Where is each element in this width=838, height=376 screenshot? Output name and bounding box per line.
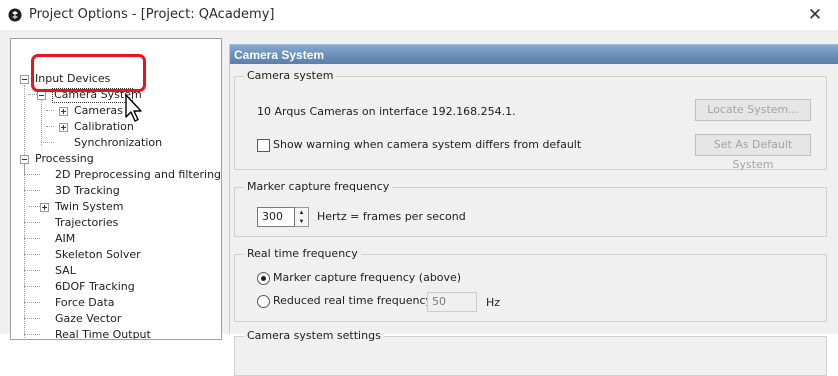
tree-item-2d-preprocessing[interactable]: 2D Preprocessing and filtering <box>11 167 221 183</box>
camera-settings-group: Camera system settings <box>234 329 827 376</box>
camera-system-group: Camera system 10 Arqus Cameras on interf… <box>234 69 827 171</box>
real-time-group: Real time frequency Marker capture frequ… <box>234 247 827 322</box>
tree-item-calibration[interactable]: Calibration <box>11 119 211 135</box>
reduced-unit-label: Hz <box>486 296 501 309</box>
collapse-icon[interactable] <box>20 155 29 164</box>
window-title: Project Options - [Project: QAcademy] <box>29 7 275 22</box>
frequency-unit-label: Hertz = frames per second <box>317 210 466 223</box>
collapse-icon[interactable] <box>20 75 29 84</box>
tree-item-6dof-tracking[interactable]: 6DOF Tracking <box>11 279 211 295</box>
frequency-stepper[interactable]: ▲ ▼ <box>295 207 309 227</box>
tree-item-label: 3D Tracking <box>55 184 120 197</box>
marker-capture-group: Marker capture frequency 300 ▲ ▼ Hertz =… <box>234 180 827 237</box>
pane-header: Camera System <box>230 44 838 64</box>
group-title: Real time frequency <box>244 247 361 260</box>
tree-item-force-data[interactable]: Force Data <box>11 295 211 311</box>
locate-system-button[interactable]: Locate System... <box>695 99 811 121</box>
marker-frequency-input[interactable]: 300 <box>257 207 295 227</box>
highlight-annotation <box>31 54 146 92</box>
warning-checkbox[interactable] <box>257 139 270 152</box>
button-label: Locate System... <box>707 103 799 116</box>
chevron-up-icon[interactable]: ▲ <box>295 208 308 217</box>
tree-item-trajectories[interactable]: Trajectories <box>11 215 211 231</box>
tree-item-sal[interactable]: SAL <box>11 263 211 279</box>
tree-item-label: Force Data <box>55 296 115 309</box>
tree-item-label: Synchronization <box>74 136 163 149</box>
close-button[interactable]: ✕ <box>792 0 838 30</box>
reduced-frequency-input[interactable]: 50 <box>427 292 477 312</box>
tree-item-label: Processing <box>35 152 94 165</box>
tree-item-aim[interactable]: AIM <box>11 231 211 247</box>
tree-item-label: SAL <box>55 264 76 277</box>
tree-item-label: Skeleton Solver <box>55 248 141 261</box>
tree-item-synchronization[interactable]: Synchronization <box>11 135 211 151</box>
set-default-system-button[interactable]: Set As Default System <box>695 134 811 171</box>
input-value: 300 <box>262 210 283 223</box>
tree-item-label: AIM <box>55 232 76 245</box>
button-label: Set As Default System <box>713 138 793 171</box>
tree-item-label: Trajectories <box>55 216 119 229</box>
expand-icon[interactable] <box>59 107 68 116</box>
marker-frequency-radio-label[interactable]: Marker capture frequency (above) <box>273 271 461 284</box>
camera-status-text: 10 Arqus Cameras on interface 192.168.25… <box>257 105 516 118</box>
input-value: 50 <box>432 295 446 308</box>
marker-frequency-radio[interactable] <box>257 272 270 285</box>
tree-item-label: Twin System <box>55 200 124 213</box>
settings-pane: Camera System Camera system 10 Arqus Cam… <box>229 44 838 376</box>
tree-item-3d-tracking[interactable]: 3D Tracking <box>11 183 211 199</box>
tree-item-label: Gaze Vector <box>55 312 122 325</box>
tree-item-gaze-vector[interactable]: Gaze Vector <box>11 311 211 327</box>
tree-item-label: 6DOF Tracking <box>55 280 135 293</box>
tree-item-twin-system[interactable]: Twin System <box>11 199 211 215</box>
expand-icon[interactable] <box>40 203 49 212</box>
collapse-icon[interactable] <box>37 91 46 100</box>
reduced-frequency-radio-label[interactable]: Reduced real time frequency: <box>273 294 435 307</box>
app-icon <box>8 8 22 22</box>
tree-item-processing[interactable]: Processing <box>11 151 211 167</box>
mouse-cursor-icon <box>125 94 142 122</box>
reduced-frequency-radio[interactable] <box>257 295 270 308</box>
warning-checkbox-label[interactable]: Show warning when camera system differs … <box>273 138 581 151</box>
tree-item-label: 2D Preprocessing and filtering <box>55 168 222 181</box>
expand-icon[interactable] <box>59 123 68 132</box>
group-title: Camera system <box>244 69 337 82</box>
options-tree[interactable]: Input Devices Camera System Cameras Cali… <box>10 38 222 340</box>
close-icon: ✕ <box>807 5 823 24</box>
tree-item-label: Cameras <box>74 104 123 117</box>
group-title: Marker capture frequency <box>244 180 393 193</box>
title-bar: Project Options - [Project: QAcademy] ✕ <box>0 0 838 30</box>
group-title: Camera system settings <box>244 329 384 342</box>
tree-item-skeleton-solver[interactable]: Skeleton Solver <box>11 247 211 263</box>
tree-item-cameras[interactable]: Cameras <box>11 103 211 119</box>
chevron-down-icon[interactable]: ▼ <box>295 217 308 226</box>
